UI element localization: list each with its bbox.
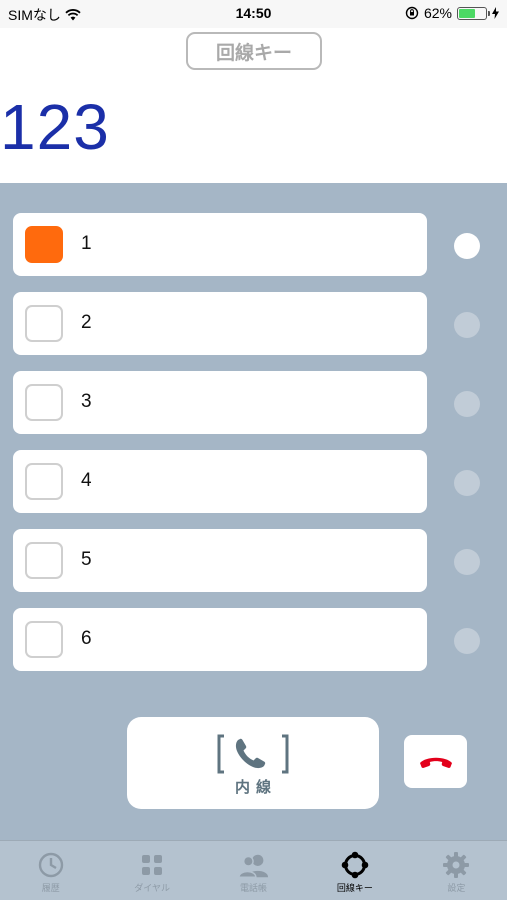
- hangup-button[interactable]: [404, 735, 467, 788]
- line-row-2[interactable]: 2: [13, 292, 427, 355]
- dialpad-icon: [137, 851, 167, 879]
- line-label: 6: [81, 628, 92, 649]
- line-label: 1: [81, 233, 92, 254]
- line-indicator: [25, 226, 63, 263]
- line-indicator: [25, 305, 63, 342]
- status-bar: SIMなし 14:50 62%: [0, 0, 507, 28]
- tab-line-key[interactable]: 回線キー: [304, 841, 405, 900]
- tab-bar: 履歴 ダイヤル 電話帳 回線キー 設定: [0, 840, 507, 900]
- line-label: 2: [81, 312, 92, 333]
- line-row-3[interactable]: 3: [13, 371, 427, 434]
- gear-icon: [441, 851, 471, 879]
- tab-history[interactable]: 履歴: [0, 841, 101, 900]
- line-indicator: [25, 542, 63, 579]
- line-row-6[interactable]: 6: [13, 608, 427, 671]
- line-status-dot-2: [454, 312, 480, 338]
- line-row-4[interactable]: 4: [13, 450, 427, 513]
- line-status-dot-1: [454, 233, 480, 259]
- orientation-lock-icon: [405, 6, 419, 20]
- line-row-5[interactable]: 5: [13, 529, 427, 592]
- line-status-dot-3: [454, 391, 480, 417]
- extension-call-button[interactable]: 内線: [127, 717, 379, 809]
- line-status-dot-6: [454, 628, 480, 654]
- tab-label: 回線キー: [336, 884, 373, 894]
- line-label: 3: [81, 391, 92, 412]
- line-label: 5: [81, 549, 92, 570]
- extension-label: 内線: [234, 777, 277, 796]
- extension-phone-icon: [217, 734, 289, 773]
- clock-icon: [36, 851, 66, 879]
- line-status-dot-5: [454, 549, 480, 575]
- charging-bolt-icon: [492, 7, 499, 19]
- header: 回線キー 123: [0, 28, 507, 183]
- contacts-icon: [238, 851, 269, 879]
- line-status-dot-4: [454, 470, 480, 496]
- tab-contacts[interactable]: 電話帳: [203, 841, 304, 900]
- battery-percent: 62%: [423, 5, 452, 21]
- dialed-number: 123: [0, 91, 110, 163]
- tab-label: ダイヤル: [134, 884, 170, 894]
- battery-fill: [459, 8, 476, 18]
- line-indicator: [25, 621, 63, 658]
- tab-settings[interactable]: 設定: [406, 841, 507, 900]
- line-indicator: [25, 463, 63, 500]
- line-label: 4: [81, 470, 92, 491]
- status-right: 62%: [405, 5, 499, 21]
- tab-label: 履歴: [41, 884, 60, 894]
- line-indicator: [25, 384, 63, 421]
- tab-dial[interactable]: ダイヤル: [101, 841, 202, 900]
- phone-hangup-icon: [419, 757, 452, 768]
- line-row-1[interactable]: 1: [13, 213, 427, 276]
- page-title: 回線キー: [186, 32, 322, 70]
- battery-icon: [457, 6, 490, 20]
- tab-label: 設定: [447, 884, 466, 894]
- line-key-icon: [340, 851, 370, 879]
- tab-label: 電話帳: [240, 884, 268, 894]
